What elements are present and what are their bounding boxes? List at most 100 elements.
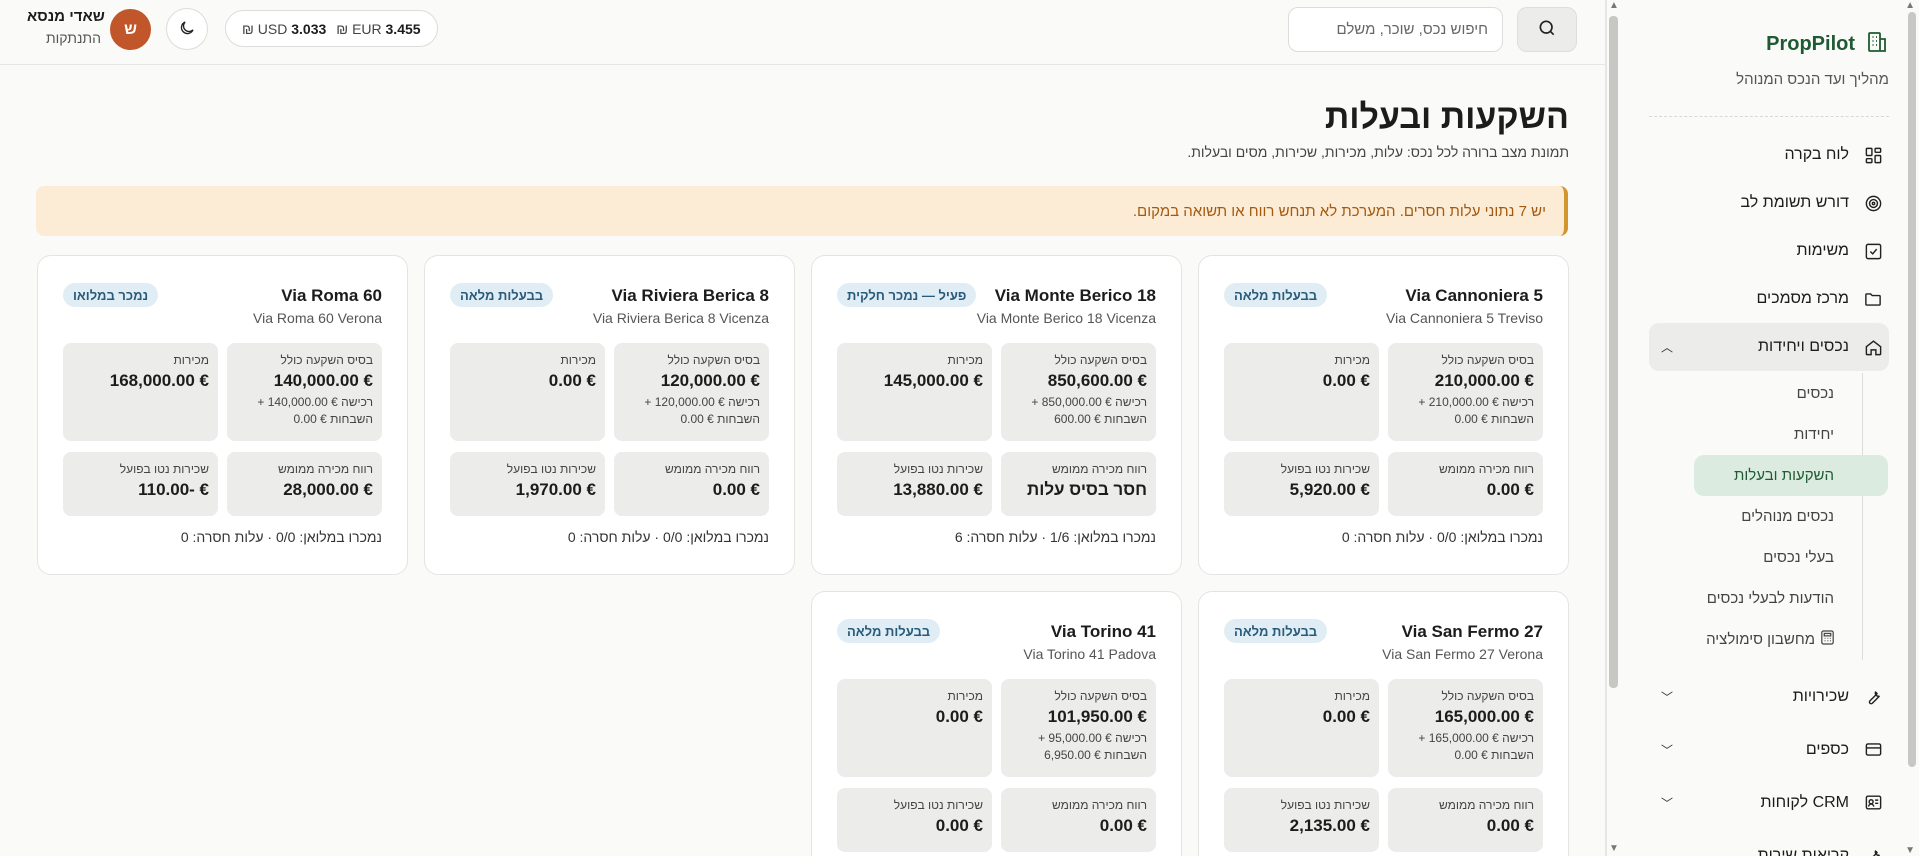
investment-basis-note: רכישה € 850,000.00 + השבחות € 600.00 xyxy=(1031,395,1147,426)
sidebar-scroll-up[interactable]: ▲ xyxy=(1905,0,1915,11)
search-input[interactable] xyxy=(1288,7,1503,52)
realized-profit-value: 0.00 € xyxy=(1486,816,1534,835)
building-icon xyxy=(1865,30,1889,59)
sidebar-item-attention[interactable]: דורש תשומת לב xyxy=(1649,179,1889,227)
chevron-down-icon[interactable]: ﹀ xyxy=(1661,688,1673,705)
subnav-item-simulator[interactable]: מחשבון סימולציה xyxy=(1649,619,1862,660)
sidebar-item-dashboard[interactable]: לוח בקרה xyxy=(1649,131,1889,179)
property-address: Via Roma 60 Verona xyxy=(253,310,382,326)
tile-investment-basis: בסיס השקעה כולל 165,000.00 € רכישה € 165… xyxy=(1388,679,1543,777)
sidebar-item-finance[interactable]: כספים ﹀ xyxy=(1649,723,1889,776)
sidebar-item-label: קריאות שירות xyxy=(1757,846,1849,856)
property-card[interactable]: Via Roma 60 Via Roma 60 Verona נמכר במלו… xyxy=(37,255,408,575)
tile-investment-basis: בסיס השקעה כולל 850,600.00 € רכישה € 850… xyxy=(1001,343,1156,441)
target-icon xyxy=(1863,193,1883,213)
sidebar-item-documents[interactable]: מרכז מסמכים xyxy=(1649,275,1889,323)
sidebar-item-service[interactable]: קריאות שירות xyxy=(1649,829,1889,856)
property-card[interactable]: Via San Fermo 27 Via San Fermo 27 Verona… xyxy=(1198,591,1569,856)
property-name[interactable]: Via San Fermo 27 xyxy=(1402,622,1543,642)
sidebar-item-leases[interactable]: שכירויות ﹀ xyxy=(1649,670,1889,723)
sidebar-item-label: משימות xyxy=(1796,242,1849,259)
status-badge: נמכר במלואו xyxy=(63,283,159,307)
tile-realized-profit: רווח מכירה ממומש 0.00 € xyxy=(1388,452,1543,516)
tile-sales: מכירות 145,000.00 € xyxy=(837,343,992,441)
sidebar-item-label: שכירויות xyxy=(1792,687,1849,705)
investment-basis-note: רכישה € 165,000.00 + השבחות € 0.00 xyxy=(1418,731,1534,762)
investment-basis-value: 120,000.00 € xyxy=(660,371,760,390)
property-card[interactable]: Via Monte Berico 18 Via Monte Berico 18 … xyxy=(811,255,1182,575)
logout-link[interactable]: התנתקות xyxy=(46,30,101,46)
property-card[interactable]: Via Torino 41 Via Torino 41 Padova בבעלו… xyxy=(811,591,1182,856)
sidebar-item-label: נכסים ויחידות xyxy=(1757,338,1849,355)
subnav-item-managed[interactable]: נכסים מנוהלים xyxy=(1649,496,1862,537)
tile-realized-profit: רווח מכירה ממומש חסר בסיס עלות xyxy=(1001,452,1156,516)
main-scroll-up[interactable]: ▲ xyxy=(1609,0,1619,11)
tile-net-rent: שכירות נטו בפועל 5,920.00 € xyxy=(1224,452,1379,516)
realized-profit-value: 0.00 € xyxy=(1486,480,1534,499)
tile-sales: מכירות 0.00 € xyxy=(1224,679,1379,777)
brand-subtitle: מהליך ועד הנכס המנוהל xyxy=(1736,71,1889,88)
sidebar-divider xyxy=(1649,116,1889,117)
property-address: Via San Fermo 27 Verona xyxy=(1382,646,1543,662)
sales-value: 0.00 € xyxy=(1322,707,1370,726)
main-scroll-down[interactable]: ▼ xyxy=(1609,843,1619,854)
realized-profit-value: 0.00 € xyxy=(1099,816,1147,835)
property-card[interactable]: Via Riviera Berica 8 Via Riviera Berica … xyxy=(424,255,795,575)
subnav-item-properties[interactable]: נכסים xyxy=(1649,373,1862,414)
main-scrollbar[interactable] xyxy=(1609,16,1618,688)
investment-basis-value: 210,000.00 € xyxy=(1434,371,1534,390)
property-address: Via Riviera Berica 8 Vicenza xyxy=(592,310,769,326)
property-address: Via Cannoniera 5 Treviso xyxy=(1386,310,1543,326)
net-rent-value: 2,135.00 € xyxy=(1289,816,1370,835)
subnav-item-owners[interactable]: בעלי נכסים xyxy=(1649,537,1862,578)
status-badge: בבעלות מלאה xyxy=(450,283,554,307)
property-name[interactable]: Via Cannoniera 5 xyxy=(1405,286,1543,306)
tile-investment-basis: בסיס השקעה כולל 120,000.00 € רכישה € 120… xyxy=(614,343,769,441)
investment-basis-value: 101,950.00 € xyxy=(1047,707,1147,726)
sales-value: 0.00 € xyxy=(935,707,983,726)
status-badge: פעיל — נמכר חלקית xyxy=(837,283,977,307)
investment-basis-note: רכישה € 120,000.00 + השבחות € 0.00 xyxy=(644,395,760,426)
calculator-icon xyxy=(1821,630,1834,649)
sidebar-item-tasks[interactable]: משימות xyxy=(1649,227,1889,275)
tile-sales: מכירות 168,000.00 € xyxy=(63,343,218,441)
sidebar: PropPilot מהליך ועד הנכס המנוהל לוח בקרה… xyxy=(1606,0,1919,856)
sidebar-item-label: CRM לקוחות xyxy=(1760,793,1849,811)
property-name[interactable]: Via Torino 41 xyxy=(1051,622,1156,642)
sidebar-item-crm[interactable]: CRM לקוחות ﹀ xyxy=(1649,776,1889,829)
properties-subnav: נכסים יחידות השקעות ובעלות נכסים מנוהלים… xyxy=(1649,373,1888,660)
exchange-rates: ₪ USD 3.033 ₪ EUR 3.455 xyxy=(225,10,438,47)
avatar[interactable]: ש xyxy=(110,9,151,50)
dark-mode-toggle[interactable] xyxy=(166,8,208,50)
subnav-item-owner-notices[interactable]: הודעות לבעלי נכסים xyxy=(1649,578,1862,619)
sidebar-item-properties[interactable]: נכסים ויחידות ︿ xyxy=(1649,323,1889,371)
property-name[interactable]: Via Roma 60 xyxy=(281,286,382,306)
tile-realized-profit: רווח מכירה ממומש 0.00 € xyxy=(1388,788,1543,852)
sidebar-scrollbar[interactable] xyxy=(1908,12,1916,767)
sidebar-item-label: מרכז מסמכים xyxy=(1756,290,1849,307)
sidebar-scroll-down[interactable]: ▼ xyxy=(1905,845,1915,856)
subnav-item-investments[interactable]: השקעות ובעלות xyxy=(1694,455,1888,496)
sales-value: 0.00 € xyxy=(1322,371,1370,390)
missing-cost-alert: יש 7 נתוני עלות חסרים. המערכת לא תנחש רו… xyxy=(36,186,1568,236)
tile-net-rent: שכירות נטו בפועל 13,880.00 € xyxy=(837,452,992,516)
brand[interactable]: PropPilot xyxy=(1766,30,1889,59)
chevron-down-icon[interactable]: ﹀ xyxy=(1661,741,1673,758)
tile-net-rent: שכירות נטו בפועל 2,135.00 € xyxy=(1224,788,1379,852)
chevron-down-icon[interactable]: ﹀ xyxy=(1661,794,1673,811)
subnav-item-units[interactable]: יחידות xyxy=(1649,414,1862,455)
status-badge: בבעלות מלאה xyxy=(1224,619,1328,643)
property-address: Via Monte Berico 18 Vicenza xyxy=(976,310,1156,326)
tile-realized-profit: רווח מכירה ממומש 0.00 € xyxy=(614,452,769,516)
property-card[interactable]: Via Cannoniera 5 Via Cannoniera 5 Trevis… xyxy=(1198,255,1569,575)
chevron-up-icon[interactable]: ︿ xyxy=(1661,339,1673,356)
property-name[interactable]: Via Monte Berico 18 xyxy=(995,286,1156,306)
investment-basis-note: רכישה € 140,000.00 + השבחות € 0.00 xyxy=(257,395,373,426)
property-name[interactable]: Via Riviera Berica 8 xyxy=(611,286,769,306)
card-footer: נמכרו במלואן: 0/0 · עלות חסרה: 0 xyxy=(180,529,382,545)
card-footer: נמכרו במלואן: 0/0 · עלות חסרה: 0 xyxy=(1341,529,1543,545)
investment-basis-note: רכישה € 95,000.00 + השבחות € 6,950.00 xyxy=(1038,731,1147,762)
moon-icon xyxy=(178,19,196,40)
card-footer: נמכרו במלואן: 1/6 · עלות חסרה: 6 xyxy=(954,529,1156,545)
search-button[interactable] xyxy=(1517,7,1577,52)
